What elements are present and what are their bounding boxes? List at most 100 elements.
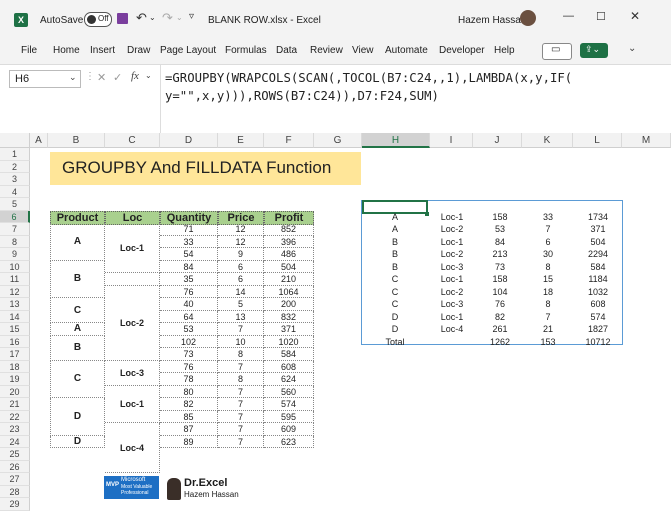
profit-cell[interactable]: 210 (264, 273, 314, 286)
result-cell[interactable]: C (365, 298, 425, 311)
result-cell[interactable]: 2294 (568, 248, 628, 261)
row-header-15[interactable]: 15 (0, 323, 30, 336)
product-cell[interactable]: C (50, 360, 105, 398)
row-header-14[interactable]: 14 (0, 310, 30, 323)
quantity-cell[interactable]: 76 (160, 285, 218, 298)
quantity-cell[interactable]: 35 (160, 273, 218, 286)
row-header-4[interactable]: 4 (0, 185, 30, 198)
quantity-cell[interactable]: 53 (160, 323, 218, 336)
product-cell[interactable]: D (50, 435, 105, 448)
close-icon[interactable]: ✕ (630, 9, 640, 23)
quantity-cell[interactable]: 102 (160, 335, 218, 348)
result-cell[interactable]: D (365, 311, 425, 324)
row-header-9[interactable]: 9 (0, 248, 30, 261)
row-header-26[interactable]: 26 (0, 460, 30, 473)
save-icon[interactable] (117, 13, 128, 24)
result-total-cell[interactable]: 10712 (568, 336, 628, 349)
tab-review[interactable]: Review (310, 45, 343, 56)
maximize-icon[interactable]: ☐ (596, 10, 606, 23)
column-header-G[interactable]: G (314, 133, 362, 148)
quick-access-more-icon[interactable]: ▿ (189, 11, 194, 22)
column-header-M[interactable]: M (622, 133, 671, 148)
profit-cell[interactable]: 624 (264, 373, 314, 386)
quantity-cell[interactable]: 80 (160, 385, 218, 398)
row-header-22[interactable]: 22 (0, 410, 30, 423)
autosave-toggle[interactable]: Off (84, 12, 112, 27)
quantity-cell[interactable]: 71 (160, 223, 218, 236)
quantity-cell[interactable]: 54 (160, 248, 218, 261)
product-cell[interactable]: D (50, 398, 105, 436)
price-cell[interactable]: 6 (218, 260, 264, 273)
row-header-10[interactable]: 10 (0, 260, 30, 273)
product-cell[interactable]: A (50, 223, 105, 261)
result-cell[interactable]: B (365, 236, 425, 249)
row-header-23[interactable]: 23 (0, 423, 30, 436)
result-cell[interactable]: A (365, 211, 425, 224)
profit-cell[interactable]: 623 (264, 435, 314, 448)
column-header-F[interactable]: F (264, 133, 314, 148)
quantity-cell[interactable]: 85 (160, 410, 218, 423)
result-cell[interactable]: 504 (568, 236, 628, 249)
column-header-E[interactable]: E (218, 133, 264, 148)
loc-cell[interactable] (105, 273, 160, 286)
row-header-7[interactable]: 7 (0, 223, 30, 236)
price-cell[interactable]: 7 (218, 435, 264, 448)
tab-view[interactable]: View (352, 45, 374, 56)
cancel-icon[interactable]: ✕ (97, 71, 106, 84)
price-cell[interactable]: 12 (218, 223, 264, 236)
quantity-cell[interactable]: 76 (160, 360, 218, 373)
row-header-28[interactable]: 28 (0, 485, 30, 498)
result-cell[interactable]: 1827 (568, 323, 628, 336)
profit-cell[interactable]: 852 (264, 223, 314, 236)
loc-cell[interactable]: Loc-1 (105, 385, 160, 423)
column-header-B[interactable]: B (48, 133, 105, 148)
column-header-J[interactable]: J (473, 133, 522, 148)
column-header-D[interactable]: D (160, 133, 218, 148)
tab-page-layout[interactable]: Page Layout (160, 45, 216, 56)
ribbon-options-icon[interactable]: ⌄ (628, 43, 636, 54)
row-header-25[interactable]: 25 (0, 448, 30, 461)
price-cell[interactable]: 5 (218, 298, 264, 311)
price-cell[interactable]: 7 (218, 360, 264, 373)
profit-cell[interactable]: 486 (264, 248, 314, 261)
row-header-20[interactable]: 20 (0, 385, 30, 398)
undo-dropdown-icon[interactable]: ⌄ (149, 13, 156, 22)
tab-automate[interactable]: Automate (385, 45, 428, 56)
price-cell[interactable]: 7 (218, 385, 264, 398)
tab-data[interactable]: Data (276, 45, 297, 56)
quantity-cell[interactable]: 87 (160, 423, 218, 436)
row-header-5[interactable]: 5 (0, 198, 30, 211)
profit-cell[interactable]: 504 (264, 260, 314, 273)
result-cell[interactable]: 584 (568, 261, 628, 274)
profit-cell[interactable]: 832 (264, 310, 314, 323)
row-header-11[interactable]: 11 (0, 273, 30, 286)
result-cell[interactable]: C (365, 286, 425, 299)
profit-cell[interactable]: 371 (264, 323, 314, 336)
price-cell[interactable]: 10 (218, 335, 264, 348)
price-cell[interactable]: 13 (218, 310, 264, 323)
row-header-13[interactable]: 13 (0, 298, 30, 311)
quantity-cell[interactable]: 40 (160, 298, 218, 311)
product-cell[interactable]: A (50, 323, 105, 336)
tab-developer[interactable]: Developer (439, 45, 485, 56)
tab-formulas[interactable]: Formulas (225, 45, 267, 56)
result-cell[interactable]: B (365, 248, 425, 261)
column-header-H[interactable]: H (362, 133, 430, 148)
loc-cell[interactable]: Loc-1 (105, 223, 160, 273)
result-cell[interactable]: 1184 (568, 273, 628, 286)
row-header-21[interactable]: 21 (0, 398, 30, 411)
tab-file[interactable]: File (21, 45, 37, 56)
result-cell[interactable]: A (365, 223, 425, 236)
price-cell[interactable]: 8 (218, 373, 264, 386)
row-header-29[interactable]: 29 (0, 498, 30, 511)
result-cell[interactable]: D (365, 323, 425, 336)
column-header-A[interactable]: A (30, 133, 48, 148)
profit-cell[interactable]: 560 (264, 385, 314, 398)
quantity-cell[interactable]: 82 (160, 398, 218, 411)
result-total-cell[interactable]: Total (365, 336, 425, 349)
product-cell[interactable]: B (50, 335, 105, 361)
quantity-cell[interactable]: 89 (160, 435, 218, 448)
fx-dropdown-icon[interactable]: ⌄ (145, 71, 152, 80)
insert-function-icon[interactable]: fx (131, 70, 139, 82)
price-cell[interactable]: 7 (218, 398, 264, 411)
